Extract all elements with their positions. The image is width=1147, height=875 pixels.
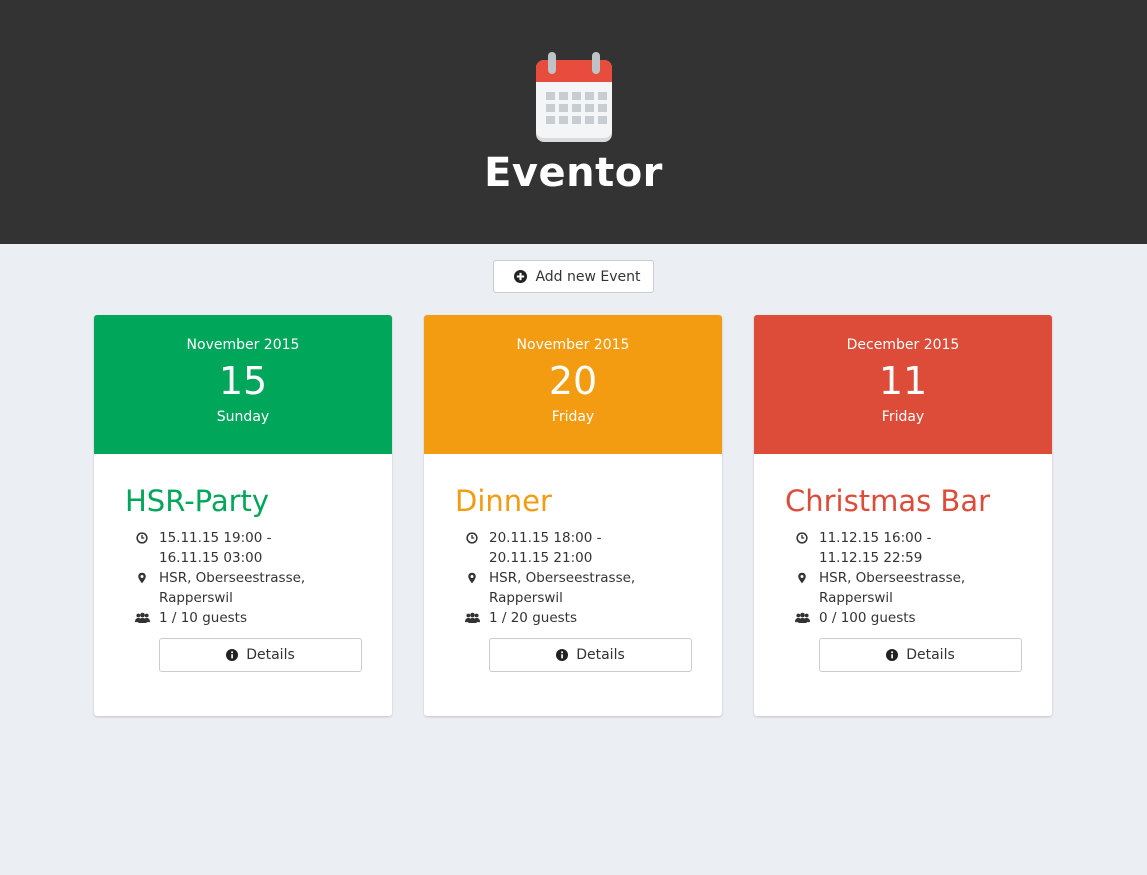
add-event-label: Add new Event — [535, 268, 641, 285]
event-time-end: 11.12.15 22:59 — [819, 550, 923, 566]
event-location-line2: Rapperswil — [159, 590, 233, 606]
event-title: HSR-Party — [125, 484, 270, 518]
app-header: Eventor — [0, 0, 1147, 244]
event-location-line1: HSR, Oberseestrasse, — [159, 570, 306, 586]
event-guests: 0 / 100 guests — [785, 608, 1022, 628]
event-title: Dinner — [455, 484, 552, 518]
map-marker-icon — [798, 572, 806, 584]
event-location-line1: HSR, Oberseestrasse, — [489, 570, 636, 586]
app-title: Eventor — [484, 150, 663, 196]
map-marker-icon — [468, 572, 476, 584]
details-label: Details — [576, 647, 625, 663]
event-time-end: 16.11.15 03:00 — [159, 550, 263, 566]
event-time-start: 20.11.15 18:00 - — [489, 530, 602, 546]
event-location: HSR, Oberseestrasse, Rapperswil — [455, 568, 692, 608]
event-list: November 2015 15 Sunday HSR-Party 15.11.… — [0, 314, 1147, 734]
event-month: November 2015 — [186, 337, 300, 353]
details-button[interactable]: Details — [819, 638, 1022, 672]
event-time-start: 11.12.15 16:00 - — [819, 530, 932, 546]
event-day: 11 — [878, 359, 928, 403]
event-time-start: 15.11.15 19:00 - — [159, 530, 272, 546]
info-circle-icon — [556, 649, 569, 661]
event-body: Dinner 20.11.15 18:00 - 20.11.15 21:00 HS… — [424, 454, 722, 672]
info-circle-icon — [226, 649, 239, 661]
details-button[interactable]: Details — [159, 638, 362, 672]
event-guests: 1 / 10 guests — [125, 608, 362, 628]
clock-icon — [796, 532, 808, 544]
event-location: HSR, Oberseestrasse, Rapperswil — [785, 568, 1022, 608]
event-weekday: Friday — [881, 409, 925, 425]
event-date-band: November 2015 20 Friday — [424, 315, 722, 454]
event-day: 20 — [548, 359, 598, 403]
event-card: November 2015 20 Friday Dinner 20.11.15 … — [424, 315, 722, 716]
event-body: HSR-Party 15.11.15 19:00 - 16.11.15 03:00… — [94, 454, 392, 672]
event-weekday: Friday — [551, 409, 595, 425]
map-marker-icon — [138, 572, 146, 584]
info-circle-icon — [886, 649, 899, 661]
event-card: December 2015 11 Friday Christmas Bar 11… — [754, 315, 1052, 716]
event-location: HSR, Oberseestrasse, Rapperswil — [125, 568, 362, 608]
event-guests-count: 1 / 10 guests — [159, 610, 247, 626]
event-time: 15.11.15 19:00 - 16.11.15 03:00 — [125, 528, 362, 568]
event-time: 20.11.15 18:00 - 20.11.15 21:00 — [455, 528, 692, 568]
users-icon — [794, 612, 810, 623]
event-date-band: November 2015 15 Sunday — [94, 315, 392, 454]
event-body: Christmas Bar 11.12.15 16:00 - 11.12.15 2… — [754, 454, 1052, 672]
event-date-band: December 2015 11 Friday — [754, 315, 1052, 454]
event-guests: 1 / 20 guests — [455, 608, 692, 628]
event-month: December 2015 — [846, 337, 960, 353]
event-month: November 2015 — [516, 337, 630, 353]
event-location-line2: Rapperswil — [819, 590, 893, 606]
event-title: Christmas Bar — [785, 484, 991, 518]
details-button[interactable]: Details — [489, 638, 692, 672]
event-location-line1: HSR, Oberseestrasse, — [819, 570, 966, 586]
calendar-icon — [535, 52, 612, 142]
clock-icon — [136, 532, 148, 544]
event-guests-count: 1 / 20 guests — [489, 610, 577, 626]
users-icon — [134, 612, 150, 623]
plus-circle-icon — [514, 270, 528, 283]
event-day: 15 — [218, 359, 268, 403]
event-weekday: Sunday — [216, 409, 270, 425]
clock-icon — [466, 532, 478, 544]
users-icon — [464, 612, 480, 623]
event-time-end: 20.11.15 21:00 — [489, 550, 593, 566]
event-time: 11.12.15 16:00 - 11.12.15 22:59 — [785, 528, 1022, 568]
event-location-line2: Rapperswil — [489, 590, 563, 606]
toolbar: Add new Event — [0, 244, 1147, 314]
event-card: November 2015 15 Sunday HSR-Party 15.11.… — [94, 315, 392, 716]
add-event-button[interactable]: Add new Event — [493, 260, 654, 293]
event-guests-count: 0 / 100 guests — [819, 610, 916, 626]
details-label: Details — [906, 647, 955, 663]
details-label: Details — [246, 647, 295, 663]
